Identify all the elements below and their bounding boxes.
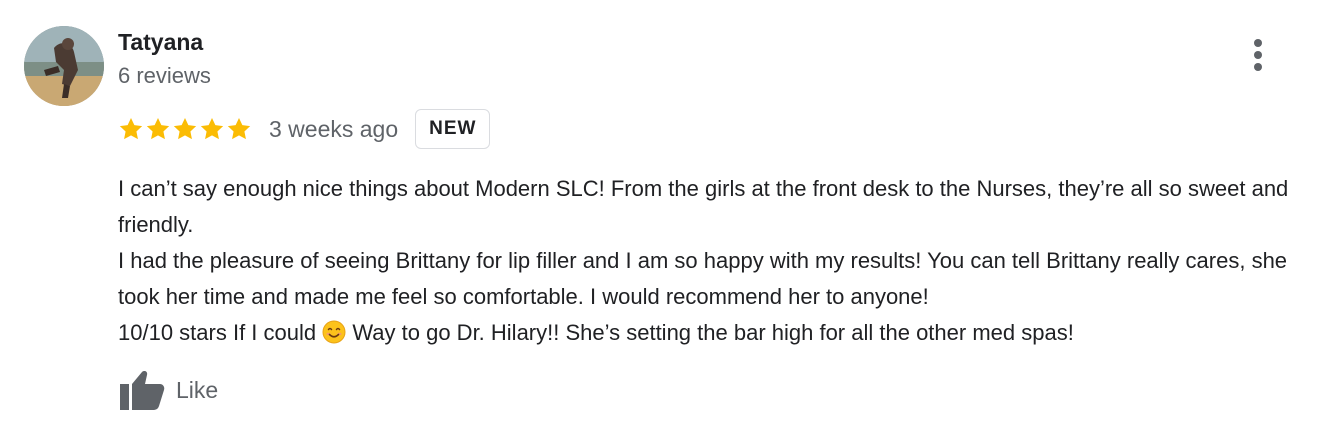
more-vert-icon xyxy=(1254,39,1262,47)
review-text-segment: 10/10 stars If I could xyxy=(118,320,323,345)
more-vert-icon-dot xyxy=(1254,51,1262,59)
author-review-count: 6 reviews xyxy=(118,63,211,88)
rating-row: 3 weeks ago NEW xyxy=(118,108,491,150)
smiling-face-emoji-icon xyxy=(322,320,346,344)
review-text-segment: Way to go Dr. Hilary!! She’s setting the… xyxy=(346,320,1074,345)
review-text-line: I had the pleasure of seeing Brittany fo… xyxy=(118,248,1288,309)
star-icon xyxy=(227,117,251,140)
review-text: I can’t say enough nice things about Mod… xyxy=(118,171,1318,351)
star-rating xyxy=(118,116,253,142)
thumb-up-icon xyxy=(120,371,165,410)
star-icon xyxy=(173,117,197,140)
star-icon xyxy=(146,117,170,140)
new-badge: NEW xyxy=(415,109,491,149)
review-text-line: I can’t say enough nice things about Mod… xyxy=(118,176,1289,237)
review-time: 3 weeks ago xyxy=(269,116,399,142)
star-icon xyxy=(200,117,224,140)
review-text-line: 10/10 stars If I could Way to go Dr. Hil… xyxy=(118,315,1318,351)
star-icon xyxy=(119,117,143,140)
more-options-button[interactable] xyxy=(1240,34,1276,74)
author-name[interactable]: Tatyana xyxy=(118,28,203,56)
like-label: Like xyxy=(176,376,219,403)
review-card: Tatyana 6 reviews 3 weeks ago NEW I can’… xyxy=(0,0,1342,443)
author-avatar[interactable] xyxy=(24,26,104,106)
avatar-photo xyxy=(24,26,104,106)
like-button[interactable]: Like xyxy=(118,368,218,412)
more-vert-icon-dot xyxy=(1254,63,1262,71)
